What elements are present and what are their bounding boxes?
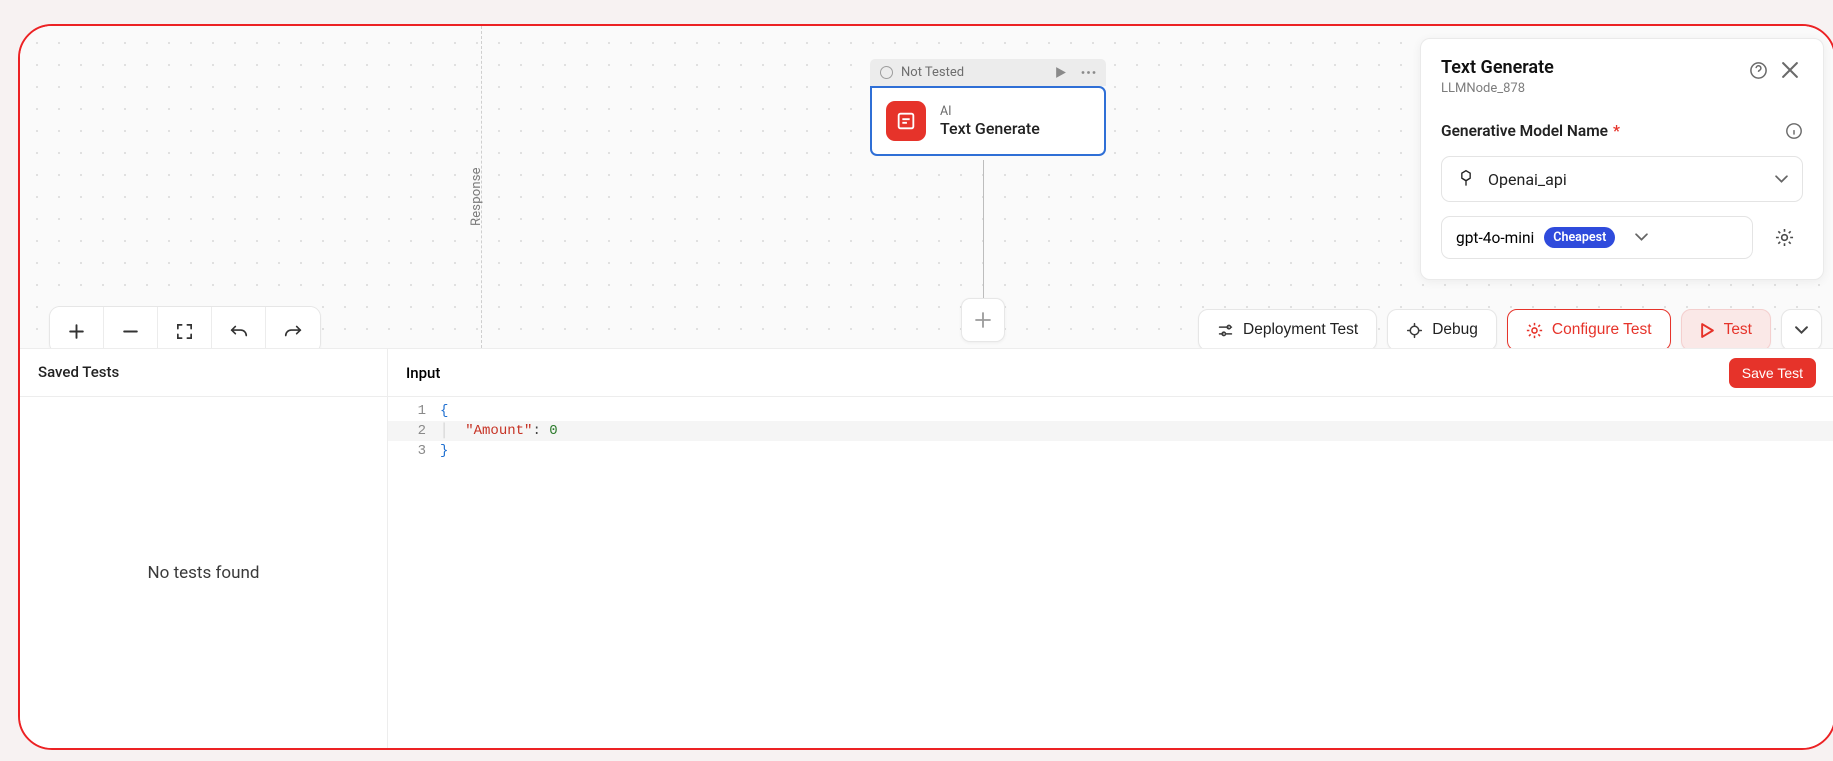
zoom-out-button[interactable]	[104, 307, 158, 354]
line-number: 3	[388, 441, 440, 461]
not-tested-icon	[880, 66, 893, 79]
canvas-toolbar	[49, 306, 321, 354]
redo-button[interactable]	[266, 307, 320, 354]
close-icon[interactable]	[1777, 57, 1803, 83]
panel-title: Text Generate	[1441, 57, 1554, 78]
required-marker: *	[1613, 122, 1620, 140]
input-header-label: Input	[406, 364, 440, 382]
provider-select[interactable]: Openai_api	[1441, 156, 1803, 202]
chevron-down-icon	[1635, 231, 1648, 244]
chevron-down-icon	[1795, 324, 1808, 337]
save-test-label: Save Test	[1742, 365, 1803, 381]
undo-button[interactable]	[212, 307, 266, 354]
help-icon[interactable]	[1745, 57, 1771, 83]
configure-test-button[interactable]: Configure Test	[1507, 309, 1671, 351]
test-panel: Saved Tests No tests found Input Save Te…	[20, 348, 1833, 748]
debug-label: Debug	[1432, 321, 1478, 339]
panel-subtitle: LLMNode_878	[1441, 81, 1554, 96]
provider-label: Openai_api	[1488, 170, 1567, 189]
openai-icon	[1456, 169, 1476, 189]
model-settings-button[interactable]	[1765, 219, 1803, 257]
response-divider-label: Response	[469, 167, 484, 226]
canvas-node[interactable]: Not Tested AI Text Gener	[870, 59, 1106, 156]
play-icon[interactable]	[1054, 66, 1067, 79]
saved-tests-header: Saved Tests	[20, 349, 387, 397]
debug-button[interactable]: Debug	[1387, 309, 1497, 351]
input-panel: Input Save Test 1 { 2 │ "Amount": 0 3 }	[388, 349, 1833, 748]
zoom-in-button[interactable]	[50, 307, 104, 354]
node-status-label: Not Tested	[901, 65, 964, 80]
node-config-panel: Text Generate LLMNode_878 Generative Mod…	[1420, 38, 1824, 280]
info-icon[interactable]	[1785, 122, 1803, 140]
code-editor[interactable]: 1 { 2 │ "Amount": 0 3 }	[388, 397, 1833, 465]
code-line: 3 }	[388, 441, 1833, 461]
gear-icon	[1775, 228, 1794, 247]
test-button[interactable]: Test	[1681, 309, 1771, 351]
test-action-bar: Deployment Test Debug Configure Test Tes…	[1198, 306, 1822, 354]
sliders-icon	[1217, 322, 1234, 339]
save-test-button[interactable]: Save Test	[1729, 358, 1816, 388]
line-number: 2	[388, 421, 440, 441]
saved-tests-panel: Saved Tests No tests found	[20, 349, 388, 748]
test-dropdown-button[interactable]	[1781, 309, 1822, 351]
model-select[interactable]: gpt-4o-mini Cheapest	[1441, 216, 1753, 259]
chevron-down-icon	[1775, 173, 1788, 186]
node-body[interactable]: AI Text Generate	[870, 86, 1106, 156]
node-title: Text Generate	[940, 119, 1040, 138]
play-icon	[1700, 323, 1715, 338]
fit-view-button[interactable]	[158, 307, 212, 354]
more-icon[interactable]	[1081, 66, 1096, 79]
deployment-test-button[interactable]: Deployment Test	[1198, 309, 1377, 351]
code-line: 1 {	[388, 401, 1833, 421]
deployment-test-label: Deployment Test	[1243, 321, 1358, 339]
model-section-label: Generative Model Name	[1441, 122, 1608, 140]
saved-tests-empty: No tests found	[20, 397, 387, 748]
text-generate-icon	[886, 101, 926, 141]
node-connector	[983, 160, 984, 312]
model-label: gpt-4o-mini	[1456, 229, 1534, 247]
cheapest-badge: Cheapest	[1544, 227, 1615, 248]
gear-icon	[1526, 322, 1543, 339]
code-line: 2 │ "Amount": 0	[388, 421, 1833, 441]
configure-test-label: Configure Test	[1552, 321, 1652, 339]
test-label: Test	[1724, 321, 1752, 339]
node-category: AI	[940, 104, 1040, 119]
app-frame: Response Not Tested	[18, 24, 1833, 750]
add-node-button[interactable]	[961, 298, 1005, 342]
node-status-bar: Not Tested	[870, 59, 1106, 86]
debug-icon	[1406, 322, 1423, 339]
line-number: 1	[388, 401, 440, 421]
